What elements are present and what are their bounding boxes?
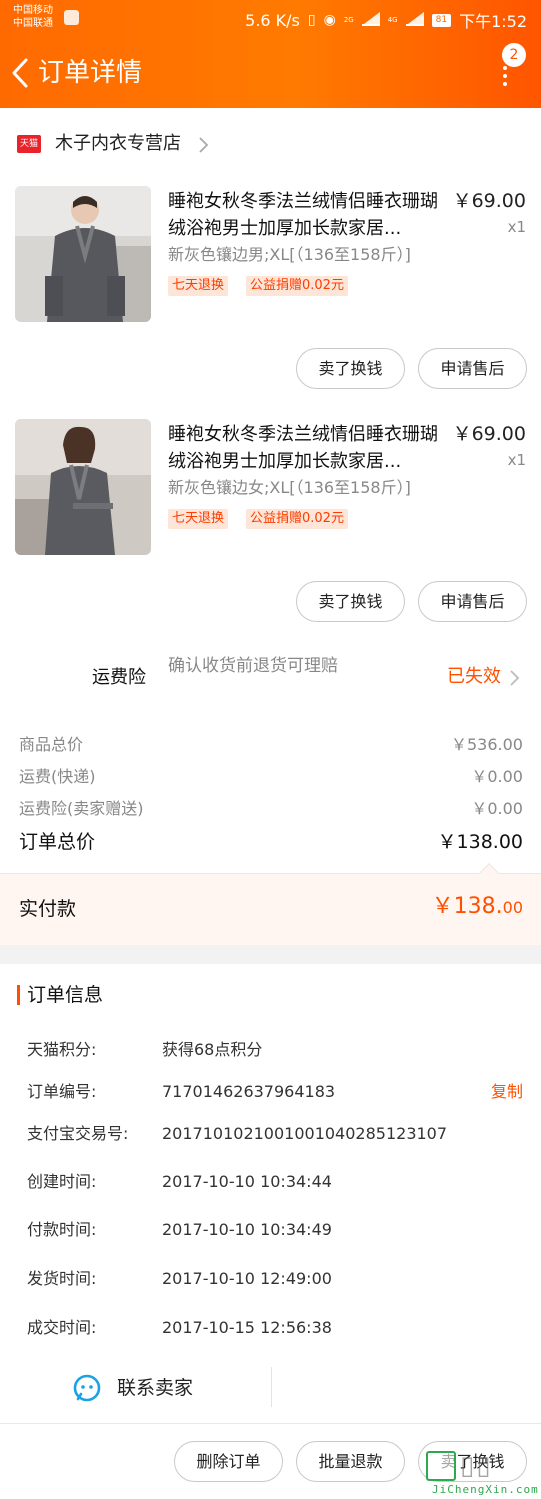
bottom-bar-divider — [0, 1423, 541, 1424]
insurance-label: 运费险 — [92, 667, 146, 688]
eye-icon: ◉ — [323, 12, 336, 28]
product-sku: 新灰色镶边女;XL[（136至158斤）] — [168, 478, 411, 497]
network-type-1: 2G — [343, 16, 354, 24]
order-info-title: 订单信息 — [27, 984, 104, 1006]
goods-total-row: 商品总价 ￥536.00 — [0, 732, 541, 762]
sell-button[interactable]: 卖了换钱 — [296, 348, 405, 389]
paid-label: 实付款 — [19, 898, 77, 920]
app-header: 中国移动 中国联通 5.6 K/s ▯ ◉ 2G 4G 81 下午1:52 订单… — [0, 0, 541, 108]
chevron-right-icon — [199, 137, 209, 153]
sell-button[interactable]: 卖了换钱 — [296, 581, 405, 622]
status-bar: 中国移动 中国联通 5.6 K/s ▯ ◉ 2G 4G 81 下午1:52 — [0, 0, 541, 36]
info-value: 2017101021001001040285123107 — [162, 1124, 448, 1143]
batch-refund-button[interactable]: 批量退款 — [296, 1441, 405, 1482]
return-policy-tag: 七天退换 — [168, 509, 229, 529]
page-title: 订单详情 — [38, 58, 143, 88]
after-sale-button[interactable]: 申请售后 — [418, 581, 527, 622]
network-speed: 5.6 K/s — [245, 10, 300, 30]
info-row-completed: 成交时间: 2017-10-15 12:56:38 — [0, 1317, 541, 1341]
carrier-info: 中国移动 中国联通 — [13, 4, 53, 30]
product-item[interactable]: 睡袍女秋冬季法兰绒情侣睡衣珊瑚绒浴袍男士加厚加长款家居... ￥69.00 x1… — [0, 186, 541, 389]
info-key: 创建时间: — [27, 1172, 97, 1191]
store-name[interactable]: 木子内衣专营店 — [55, 132, 181, 156]
section-divider — [0, 945, 541, 964]
copy-button[interactable]: 复制 — [491, 1081, 523, 1103]
product-price: ￥69.00 — [452, 190, 526, 212]
section-accent-bar — [17, 985, 20, 1005]
info-row-shipped: 发货时间: 2017-10-10 12:49:00 — [0, 1268, 541, 1292]
paid-amount-box: 实付款 ￥138.00 — [0, 873, 541, 945]
info-row-points: 天猫积分: 获得68点积分 — [0, 1039, 541, 1063]
insurance-fee-label: 运费险(卖家赠送) — [19, 799, 144, 818]
insurance-fee-row: 运费险(卖家赠送) ￥0.00 — [0, 796, 541, 826]
order-number-value: 71701462637964183 — [162, 1082, 336, 1101]
info-key: 成交时间: — [27, 1318, 97, 1337]
info-key: 订单编号: — [27, 1082, 97, 1101]
paid-amount: ￥138.00 — [431, 894, 523, 919]
info-row-created: 创建时间: 2017-10-10 10:34:44 — [0, 1171, 541, 1195]
vertical-divider — [271, 1367, 272, 1407]
order-total-label: 订单总价 — [19, 831, 96, 853]
contact-seller-label: 联系卖家 — [117, 1377, 194, 1399]
signal-icon-2 — [405, 12, 424, 26]
shield-icon — [64, 10, 79, 25]
product-quantity: x1 — [507, 218, 526, 236]
delete-order-button[interactable]: 删除订单 — [174, 1441, 283, 1482]
order-total-value: ￥138.00 — [437, 831, 523, 853]
battery-icon: 81 — [431, 13, 452, 27]
shipping-fee-label: 运费(快递) — [19, 767, 96, 786]
return-policy-tag: 七天退换 — [168, 276, 229, 296]
insurance-status[interactable]: 已失效 — [447, 665, 501, 689]
info-key: 天猫积分: — [27, 1040, 97, 1059]
goods-total-value: ￥536.00 — [451, 735, 523, 754]
chat-bubble-icon — [73, 1374, 101, 1402]
insurance-fee-value: ￥0.00 — [471, 799, 523, 818]
product-sku: 新灰色镶边男;XL[（136至158斤）] — [168, 245, 411, 264]
status-indicators: 5.6 K/s ▯ ◉ 2G 4G 81 下午1:52 — [245, 8, 527, 32]
info-key: 支付宝交易号: — [27, 1124, 129, 1143]
watermark-box-icon — [426, 1451, 456, 1481]
product-image[interactable] — [15, 186, 151, 322]
watermark-logo: ▯▯ JiChengXin.com — [420, 1445, 541, 1499]
info-key: 发货时间: — [27, 1269, 97, 1288]
watermark-text: JiChengXin.com — [432, 1483, 539, 1496]
insurance-description: 确认收货前退货可理赔 — [168, 656, 338, 676]
info-value: 2017-10-10 12:49:00 — [162, 1269, 332, 1288]
notification-badge[interactable]: 2 — [502, 43, 526, 67]
product-price: ￥69.00 — [452, 423, 526, 445]
tmall-logo-icon: 天猫 — [17, 135, 41, 153]
back-arrow-icon[interactable] — [8, 56, 38, 90]
info-row-order-number: 订单编号: 71701462637964183 复制 — [0, 1081, 541, 1105]
contact-seller-button[interactable]: 联系卖家 — [0, 1365, 272, 1411]
shipping-fee-value: ￥0.00 — [471, 767, 523, 786]
carrier-2: 中国联通 — [13, 18, 53, 29]
product-title[interactable]: 睡袍女秋冬季法兰绒情侣睡衣珊瑚绒浴袍男士加厚加长款家居... — [168, 188, 448, 242]
after-sale-button[interactable]: 申请售后 — [418, 348, 527, 389]
info-row-paid: 付款时间: 2017-10-10 10:34:49 — [0, 1219, 541, 1243]
signal-icon-1 — [361, 12, 380, 26]
shipping-fee-row: 运费(快递) ￥0.00 — [0, 764, 541, 794]
watermark-glyphs: ▯▯ — [460, 1451, 493, 1481]
clock: 下午1:52 — [459, 12, 527, 31]
network-type-2: 4G — [387, 16, 398, 24]
charity-tag: 公益捐赠0.02元 — [246, 276, 348, 296]
product-quantity: x1 — [507, 451, 526, 469]
product-image[interactable] — [15, 419, 151, 555]
product-title[interactable]: 睡袍女秋冬季法兰绒情侣睡衣珊瑚绒浴袍男士加厚加长款家居... — [168, 421, 448, 475]
chevron-right-icon — [510, 670, 520, 686]
order-total-row: 订单总价 ￥138.00 — [0, 829, 541, 859]
info-row-alipay: 支付宝交易号: 2017101021001001040285123107 — [0, 1123, 541, 1147]
store-header[interactable]: 天猫 木子内衣专营店 — [0, 126, 541, 162]
info-value: 2017-10-10 10:34:49 — [162, 1220, 332, 1239]
info-value: 2017-10-15 12:56:38 — [162, 1318, 332, 1337]
info-value: 获得68点积分 — [162, 1040, 263, 1059]
charity-tag: 公益捐赠0.02元 — [246, 509, 348, 529]
carrier-1: 中国移动 — [13, 5, 53, 16]
info-key: 付款时间: — [27, 1220, 97, 1239]
product-item[interactable]: 睡袍女秋冬季法兰绒情侣睡衣珊瑚绒浴袍男士加厚加长款家居... ￥69.00 x1… — [0, 419, 541, 622]
goods-total-label: 商品总价 — [19, 735, 84, 754]
vibrate-icon: ▯ — [307, 12, 316, 28]
info-value: 2017-10-10 10:34:44 — [162, 1172, 332, 1191]
